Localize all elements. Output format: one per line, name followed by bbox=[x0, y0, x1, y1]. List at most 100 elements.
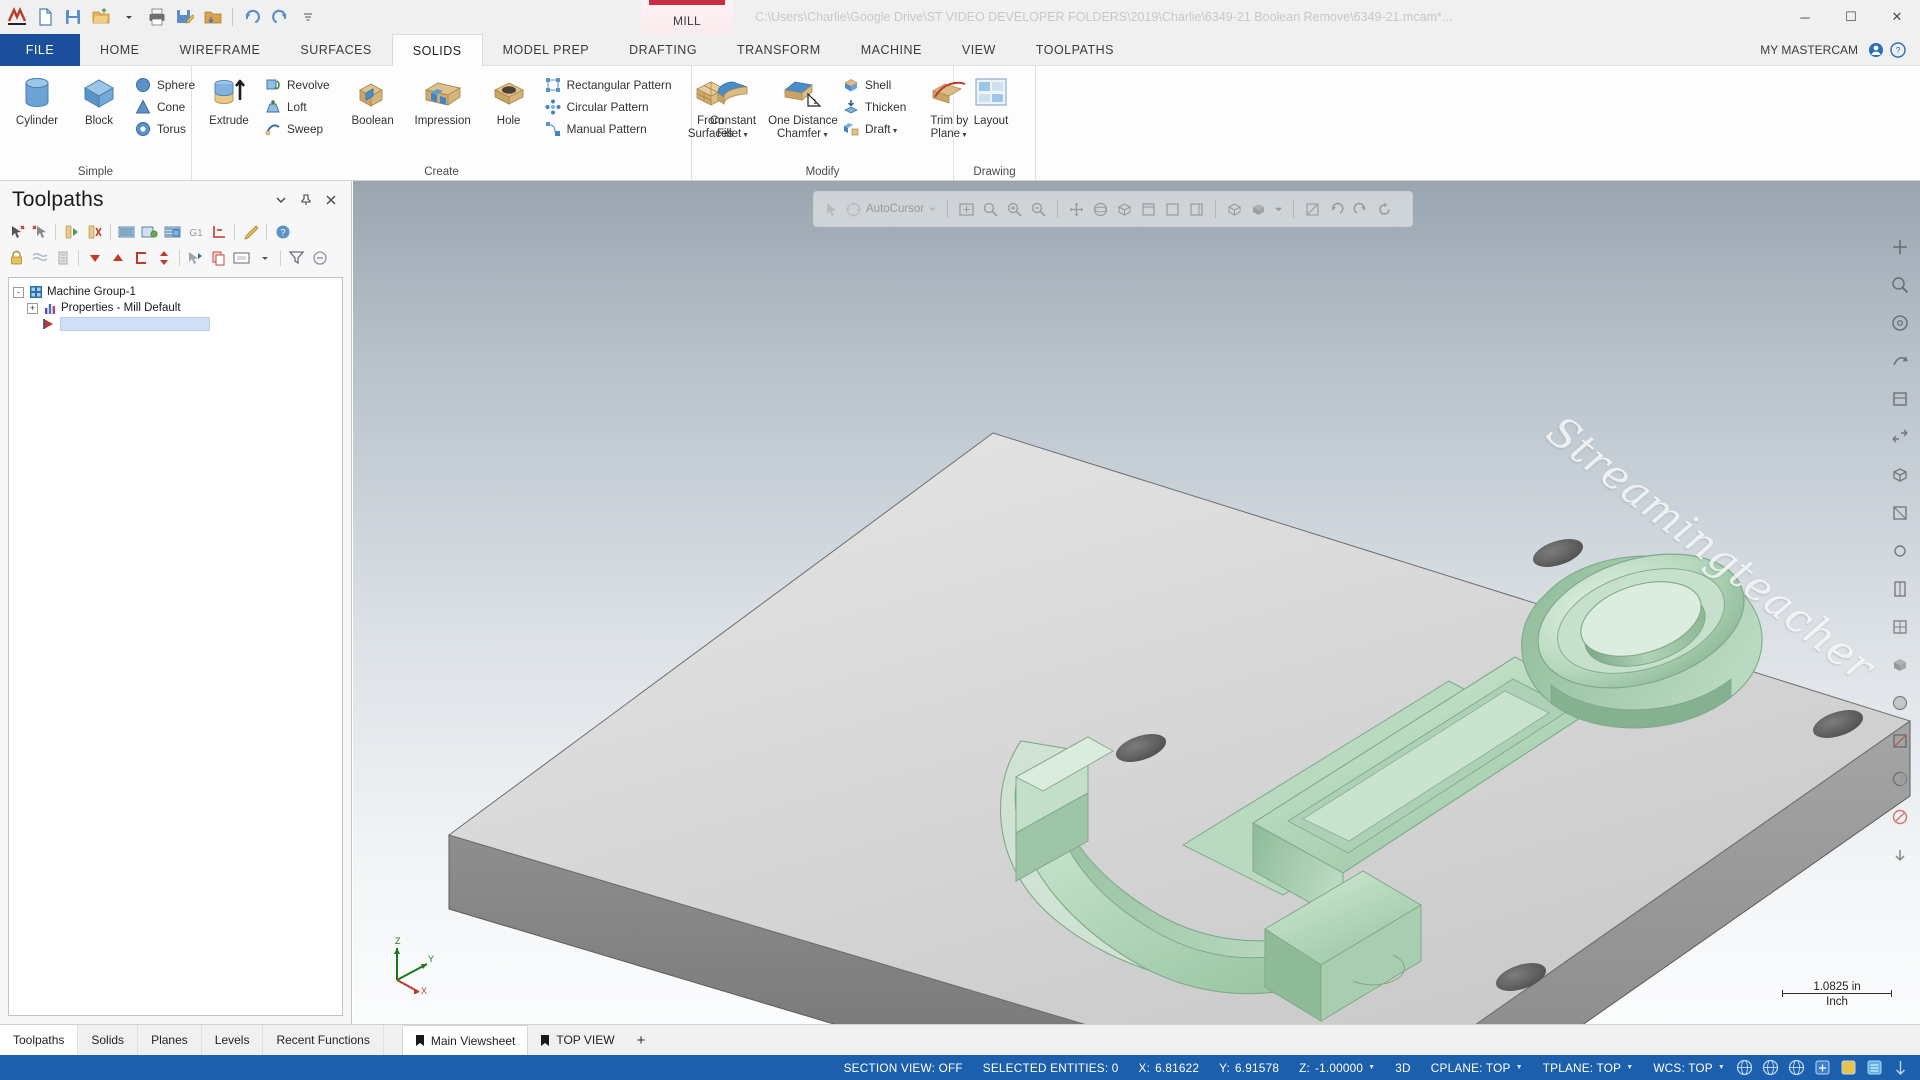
minimize-button[interactable]: ─ bbox=[1782, 0, 1828, 34]
one-distance-chamfer-button[interactable]: 1 One Distance Chamfer▼ bbox=[768, 70, 838, 145]
wireframe-icon[interactable] bbox=[1886, 613, 1914, 641]
tab-transform[interactable]: TRANSFORM bbox=[717, 34, 841, 66]
sphere-button[interactable]: Sphere bbox=[132, 74, 201, 95]
thicken-button[interactable]: Thicken bbox=[840, 96, 912, 117]
collapse-icon[interactable] bbox=[309, 248, 330, 269]
pin-icon[interactable] bbox=[298, 192, 314, 208]
close-button[interactable]: ✕ bbox=[1874, 0, 1920, 34]
status-wcs[interactable]: WCS: TOP ▼ bbox=[1643, 1061, 1735, 1075]
impression-button[interactable]: Impression bbox=[410, 70, 476, 131]
tab-solids-bottom[interactable]: Solids bbox=[78, 1025, 139, 1055]
my-mastercam-label[interactable]: MY MASTERCAM bbox=[1760, 43, 1858, 57]
tab-levels-bottom[interactable]: Levels bbox=[202, 1025, 264, 1055]
hole-button[interactable]: Hole bbox=[480, 70, 538, 131]
g1-post-icon[interactable]: G1 bbox=[185, 222, 206, 243]
zoom-target-icon[interactable] bbox=[1886, 309, 1914, 337]
shaded-edges-icon[interactable] bbox=[1886, 689, 1914, 717]
fit-screen-icon[interactable] bbox=[1886, 233, 1914, 261]
chevron-down-icon[interactable]: ▼ bbox=[742, 132, 749, 139]
layout-button[interactable]: Layout bbox=[962, 70, 1020, 131]
mastercam-logo-icon[interactable] bbox=[4, 4, 30, 30]
status-section-view[interactable]: SECTION VIEW: OFF bbox=[834, 1061, 973, 1075]
loft-button[interactable]: Loft bbox=[262, 96, 336, 117]
translucency-icon[interactable] bbox=[1886, 765, 1914, 793]
tab-planes-bottom[interactable]: Planes bbox=[138, 1025, 202, 1055]
tab-surfaces[interactable]: SURFACES bbox=[280, 34, 391, 66]
toggle-posting-icon[interactable] bbox=[29, 248, 50, 269]
move-down-icon[interactable] bbox=[84, 248, 105, 269]
extrude-button[interactable]: Extrude bbox=[200, 70, 258, 131]
cone-button[interactable]: Cone bbox=[132, 96, 201, 117]
tab-file[interactable]: FILE bbox=[0, 34, 80, 66]
user-account-icon[interactable] bbox=[1868, 42, 1884, 58]
folder-icon[interactable] bbox=[200, 4, 226, 30]
attributes-icon[interactable] bbox=[1891, 1058, 1910, 1077]
right-view-icon[interactable] bbox=[1886, 575, 1914, 603]
panel-dropdown-icon[interactable] bbox=[273, 192, 289, 208]
status-cplane[interactable]: CPLANE: TOP ▼ bbox=[1421, 1061, 1533, 1075]
deselect-all-toolpaths-icon[interactable] bbox=[29, 222, 50, 243]
tab-machine[interactable]: MACHINE bbox=[841, 34, 942, 66]
expander-icon[interactable]: + bbox=[27, 302, 38, 314]
chevron-down-icon[interactable]: ▼ bbox=[1516, 1064, 1523, 1071]
viewsheet-top-view[interactable]: TOP VIEW bbox=[528, 1025, 626, 1055]
chevron-down-icon[interactable]: ▼ bbox=[892, 128, 899, 135]
graphics-viewport[interactable]: AutoCursor Streamingteacher Z Y X 1.0825… bbox=[353, 181, 1920, 1024]
tab-toolpaths[interactable]: TOOLPATHS bbox=[1016, 34, 1134, 66]
selected-tree-item-highlight[interactable] bbox=[60, 317, 210, 331]
select-all-toolpaths-icon[interactable] bbox=[6, 222, 27, 243]
save-as-icon[interactable] bbox=[172, 4, 198, 30]
tab-drafting[interactable]: DRAFTING bbox=[609, 34, 717, 66]
dropdown-icon[interactable] bbox=[254, 248, 275, 269]
pan-icon[interactable] bbox=[1886, 385, 1914, 413]
redo-icon[interactable] bbox=[267, 4, 293, 30]
chevron-down-icon[interactable]: ▼ bbox=[1718, 1064, 1725, 1071]
model-render[interactable] bbox=[353, 181, 1920, 1024]
toolpaths-tree[interactable]: - Machine Group-1 + Properties - Mill De… bbox=[8, 277, 343, 1016]
toolpath-group-icon[interactable] bbox=[130, 248, 151, 269]
clear-colors-icon[interactable] bbox=[1886, 803, 1914, 831]
tab-model-prep[interactable]: MODEL PREP bbox=[483, 34, 610, 66]
help-icon[interactable]: ? bbox=[1890, 41, 1906, 58]
simulate-icon[interactable] bbox=[139, 222, 160, 243]
viewsheet-main[interactable]: Main Viewsheet bbox=[401, 1025, 529, 1055]
globe-tplane-icon[interactable] bbox=[1761, 1058, 1780, 1077]
gview-icon[interactable] bbox=[1813, 1058, 1832, 1077]
expander-icon[interactable]: - bbox=[13, 286, 24, 298]
move-up-icon[interactable] bbox=[107, 248, 128, 269]
tab-wireframe[interactable]: WIREFRAME bbox=[160, 34, 281, 66]
close-icon[interactable] bbox=[323, 192, 339, 208]
tab-home[interactable]: HOME bbox=[80, 34, 160, 66]
top-view-icon[interactable] bbox=[1886, 499, 1914, 527]
draft-button[interactable]: Draft▼ bbox=[840, 118, 912, 139]
new-file-icon[interactable] bbox=[32, 4, 58, 30]
cylinder-button[interactable]: Cylinder bbox=[8, 70, 66, 131]
right-view-toolbar[interactable] bbox=[1880, 181, 1920, 1024]
add-viewsheet-button[interactable]: + bbox=[627, 1025, 656, 1055]
open-dropdown-icon[interactable] bbox=[116, 4, 142, 30]
help-icon[interactable]: ? bbox=[272, 222, 293, 243]
toolpath-manager-icon[interactable] bbox=[231, 248, 252, 269]
select-entities-icon[interactable] bbox=[185, 248, 206, 269]
revolve-button[interactable]: Revolve bbox=[262, 74, 336, 95]
iso-view-icon[interactable] bbox=[1886, 461, 1914, 489]
edit-toolpath-icon[interactable] bbox=[240, 222, 261, 243]
verify-icon[interactable] bbox=[162, 222, 183, 243]
zoom-window-icon[interactable] bbox=[1886, 271, 1914, 299]
toggle-toolpath-display-icon[interactable] bbox=[52, 248, 73, 269]
move-updown-icon[interactable] bbox=[153, 248, 174, 269]
lock-icon[interactable] bbox=[6, 248, 27, 269]
hide-icon[interactable] bbox=[1886, 841, 1914, 869]
chevron-down-icon[interactable]: ▼ bbox=[1368, 1064, 1375, 1071]
status-mode-3d[interactable]: 3D bbox=[1385, 1061, 1420, 1075]
front-view-icon[interactable] bbox=[1886, 537, 1914, 565]
tab-solids[interactable]: SOLIDS bbox=[391, 34, 483, 66]
dynamic-rotate-icon[interactable] bbox=[1886, 423, 1914, 451]
regenerate-selected-icon[interactable] bbox=[61, 222, 82, 243]
regenerate-invalid-icon[interactable] bbox=[84, 222, 105, 243]
level-icon[interactable] bbox=[1865, 1058, 1884, 1077]
torus-button[interactable]: Torus bbox=[132, 118, 201, 139]
tab-toolpaths-bottom[interactable]: Toolpaths bbox=[0, 1025, 79, 1055]
boolean-button[interactable]: Boolean bbox=[340, 70, 406, 131]
circular-pattern-button[interactable]: Circular Pattern bbox=[542, 96, 678, 117]
